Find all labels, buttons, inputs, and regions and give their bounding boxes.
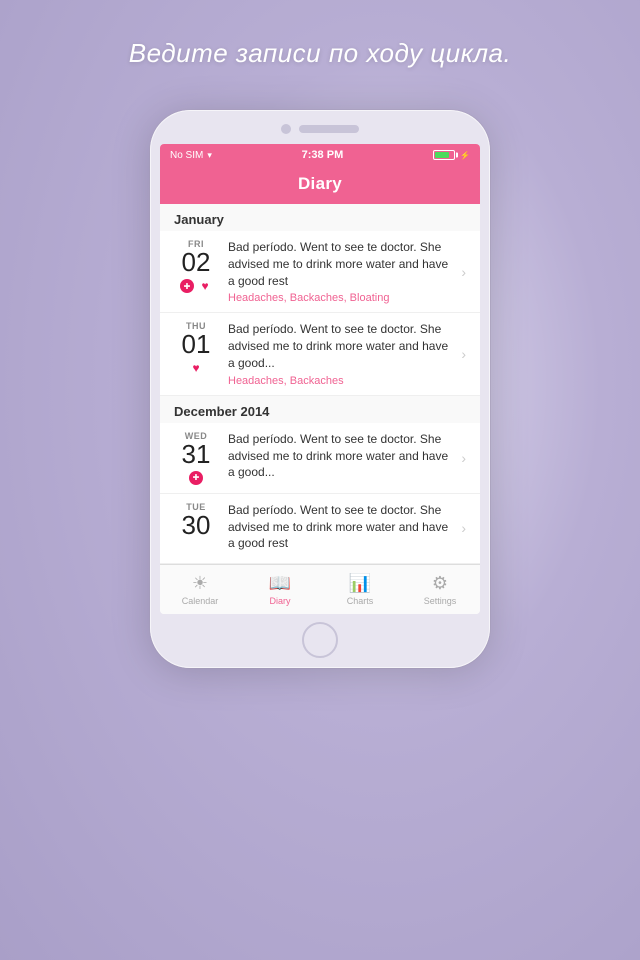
entry-date-fri-02: FRI 02 ♥: [174, 239, 218, 304]
app-title: Diary: [298, 174, 342, 193]
chevron-right-icon: ›: [461, 450, 466, 466]
diary-icon: 📖: [269, 573, 291, 594]
month-label-december: December 2014: [160, 396, 480, 423]
phone-top: [160, 124, 480, 134]
tab-diary[interactable]: 📖 Diary: [240, 565, 320, 614]
diary-content: January FRI 02 ♥ Bad períodо. Went to se…: [160, 204, 480, 564]
calendar-icon: ☀: [192, 573, 208, 594]
period-icon: [189, 471, 203, 485]
entry-date-tue-30: TUE 30: [174, 502, 218, 555]
tab-bar: ☀ Calendar 📖 Diary 📊 Charts ⚙ Settings: [160, 564, 480, 614]
tab-settings-label: Settings: [424, 596, 457, 606]
status-time: 7:38 PM: [302, 149, 344, 161]
entry-text: Bad períodо. Went to see te doctor. She …: [228, 239, 455, 289]
day-num: 30: [182, 512, 211, 538]
month-label-january: January: [160, 204, 480, 231]
heart-icon: ♥: [189, 361, 203, 375]
entry-text: Bad período. Went to see te doctor. She …: [228, 431, 455, 481]
bolt-icon: ⚡: [460, 151, 470, 160]
tab-calendar-label: Calendar: [182, 596, 219, 606]
entry-body: Bad períodо. Went to see te doctor. She …: [228, 239, 455, 304]
tab-settings[interactable]: ⚙ Settings: [400, 565, 480, 614]
phone-bottom: [160, 622, 480, 658]
screen: No SIM ▾ 7:38 PM ⚡ Diary January: [160, 144, 480, 614]
app-header: Diary: [160, 166, 480, 204]
status-right: ⚡: [433, 150, 470, 160]
day-num: 02: [182, 249, 211, 275]
status-left: No SIM ▾: [170, 150, 212, 161]
phone-speaker: [299, 125, 359, 133]
entry-body: Bad período. Went to see te doctor. She …: [228, 431, 455, 485]
tab-diary-label: Diary: [269, 596, 290, 606]
entry-jan-02[interactable]: FRI 02 ♥ Bad períodо. Went to see te doc…: [160, 231, 480, 313]
tab-calendar[interactable]: ☀ Calendar: [160, 565, 240, 614]
home-button[interactable]: [302, 622, 338, 658]
charts-icon: 📊: [349, 573, 371, 594]
chevron-right-icon: ›: [461, 264, 466, 280]
entry-text: Bad períodо. Went to see te doctor. She …: [228, 321, 455, 371]
entry-jan-01[interactable]: THU 01 ♥ Bad períodо. Went to see te doc…: [160, 313, 480, 395]
entry-tags: Headaches, Backaches: [228, 375, 455, 387]
heart-icon: ♥: [198, 279, 212, 293]
entry-dec-30[interactable]: TUE 30 Bad períodо. Went to see te docto…: [160, 494, 480, 564]
phone-mockup: No SIM ▾ 7:38 PM ⚡ Diary January: [150, 110, 490, 668]
chevron-right-icon: ›: [461, 346, 466, 362]
entry-tags: Headaches, Backaches, Bloating: [228, 292, 455, 304]
settings-icon: ⚙: [432, 573, 448, 594]
carrier-label: No SIM: [170, 150, 203, 161]
entry-text: Bad períodо. Went to see te doctor. She …: [228, 502, 455, 552]
entry-icons: [189, 471, 203, 485]
battery-icon: [433, 150, 455, 160]
day-num: 31: [182, 441, 211, 467]
entry-body: Bad períodо. Went to see te doctor. She …: [228, 321, 455, 386]
entry-icons: ♥: [189, 361, 203, 375]
entry-date-thu-01: THU 01 ♥: [174, 321, 218, 386]
wifi-icon: ▾: [207, 150, 212, 161]
chevron-right-icon: ›: [461, 520, 466, 536]
tab-charts-label: Charts: [347, 596, 374, 606]
period-icon: [180, 279, 194, 293]
entry-date-wed-31: WED 31: [174, 431, 218, 485]
tagline: Ведите записи по ходу цикла.: [0, 38, 640, 69]
tab-charts[interactable]: 📊 Charts: [320, 565, 400, 614]
phone-shell: No SIM ▾ 7:38 PM ⚡ Diary January: [150, 110, 490, 668]
status-bar: No SIM ▾ 7:38 PM ⚡: [160, 144, 480, 166]
entry-dec-31[interactable]: WED 31 Bad período. Went to see te docto…: [160, 423, 480, 494]
day-num: 01: [182, 331, 211, 357]
battery-fill: [435, 152, 449, 158]
entry-icons: ♥: [180, 279, 212, 293]
phone-camera: [281, 124, 291, 134]
entry-body: Bad períodо. Went to see te doctor. She …: [228, 502, 455, 555]
